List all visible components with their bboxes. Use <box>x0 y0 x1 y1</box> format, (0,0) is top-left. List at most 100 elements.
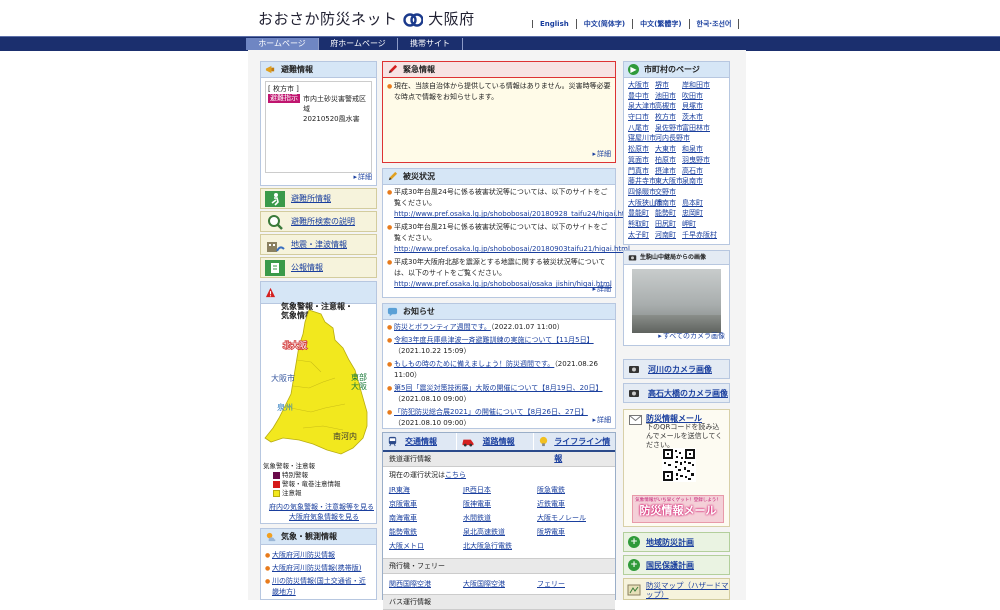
tab-traffic[interactable]: 交通情報 <box>383 433 456 450</box>
town-link[interactable]: 茨木市 <box>682 113 706 123</box>
mlit-river-info-link[interactable]: 川の防災情報(国土交通省・近畿地方) <box>272 577 366 596</box>
shelter-info-button[interactable]: 避難所情報 <box>260 188 377 209</box>
rail-link[interactable]: 泉北高速鉄道 <box>463 527 537 537</box>
damage-more-link[interactable]: 詳細 <box>592 284 611 294</box>
town-link[interactable]: 田尻町 <box>655 220 679 230</box>
hazard-map-button[interactable]: 防災マップ（ハザードマップ） <box>623 578 730 600</box>
town-link[interactable]: 河南町 <box>655 231 679 241</box>
lang-traditional-chinese[interactable]: 中文(繁體字) <box>632 19 688 29</box>
notice-link[interactable]: 「防犯防災総合展2021」の開催について【8月26日、27日】 <box>394 408 588 416</box>
rail-link[interactable]: 水間鉄道 <box>463 513 537 523</box>
town-link[interactable]: 交野市 <box>655 188 679 198</box>
town-link[interactable]: 東大阪市 <box>655 177 683 187</box>
town-link[interactable]: 枚方市 <box>655 113 679 123</box>
civil-protection-button[interactable]: + 国民保護計画 <box>623 555 730 575</box>
public-report-button[interactable]: 公報情報 <box>260 257 377 278</box>
tab-home[interactable]: ホームページ <box>246 38 319 50</box>
town-link[interactable]: 和泉市 <box>682 145 706 155</box>
town-link[interactable]: 千早赤阪村 <box>682 231 717 241</box>
town-link[interactable]: 泉南市 <box>682 177 706 187</box>
town-link[interactable]: 羽曳野市 <box>682 156 710 166</box>
town-link[interactable]: 柏原市 <box>655 156 679 166</box>
river-disaster-info-link[interactable]: 大阪府河川防災情報 <box>272 551 335 559</box>
town-link[interactable]: 門真市 <box>628 167 652 177</box>
regional-plan-button[interactable]: + 地域防災計画 <box>623 532 730 552</box>
town-link[interactable]: 大東市 <box>655 145 679 155</box>
town-link[interactable]: 忠岡町 <box>682 209 706 219</box>
town-link[interactable]: 富田林市 <box>682 124 710 134</box>
town-link[interactable]: 岸和田市 <box>682 81 710 91</box>
evacuation-text[interactable]: 市内土砂災害警戒区域 20210520風水害 <box>303 94 369 124</box>
rail-link[interactable]: 京阪電車 <box>389 499 463 509</box>
air-link[interactable]: 大阪国際空港 <box>463 579 537 589</box>
rail-link[interactable]: 北大阪急行電鉄 <box>463 541 537 551</box>
rail-status-link[interactable]: こちら <box>445 471 466 479</box>
tab-prefecture-home[interactable]: 府ホームページ <box>319 38 398 50</box>
town-link[interactable]: 藤井寺市 <box>628 177 656 187</box>
rail-link[interactable]: 阪堺電車 <box>537 527 611 537</box>
town-link[interactable]: 寝屋川市 <box>628 134 656 144</box>
tab-mobile-site[interactable]: 携帯サイト <box>398 38 463 50</box>
town-link[interactable]: 熊取町 <box>628 220 652 230</box>
town-link[interactable]: 貝塚市 <box>682 102 706 112</box>
town-link[interactable]: 吹田市 <box>682 92 706 102</box>
rail-link[interactable]: 阪神電車 <box>463 499 537 509</box>
air-link[interactable]: 関西国際空港 <box>389 579 463 589</box>
notice-link[interactable]: もしもの時のために備えましょう！防災週間です。 <box>394 360 554 368</box>
town-link[interactable]: 松原市 <box>628 145 652 155</box>
lang-simplified-chinese[interactable]: 中文(简体字) <box>575 19 632 29</box>
rail-link[interactable]: JR東海 <box>389 485 463 495</box>
emergency-more-link[interactable]: 詳細 <box>592 149 611 159</box>
town-link[interactable]: 箕面市 <box>628 156 652 166</box>
town-link[interactable]: 泉大津市 <box>628 102 656 112</box>
lang-english[interactable]: English <box>532 20 576 28</box>
town-link[interactable]: 岬町 <box>682 220 706 230</box>
air-link[interactable]: フェリー <box>537 579 611 589</box>
warnings-link-weather[interactable]: 大阪府気象情報を見る <box>289 513 359 521</box>
town-link[interactable]: 能勢町 <box>655 209 679 219</box>
rail-link[interactable]: 大阪メトロ <box>389 541 463 551</box>
rail-link[interactable]: JR西日本 <box>463 485 537 495</box>
town-link[interactable]: 八尾市 <box>628 124 652 134</box>
town-link[interactable]: 阪南市 <box>655 199 679 209</box>
town-link[interactable]: 四條畷市 <box>628 188 656 198</box>
damage-item-url[interactable]: http://www.pref.osaka.lg.jp/shobobosai/o… <box>394 280 612 288</box>
notice-link[interactable]: 令和3年度兵庫県津波一斉避難訓練の実施について【11月5日】 <box>394 336 594 344</box>
rail-link[interactable]: 阪急電鉄 <box>537 485 611 495</box>
town-link[interactable]: 守口市 <box>628 113 652 123</box>
mail-banner[interactable]: 気象情報がいち早くゲット！登録しよう！ 防災情報メール <box>632 495 724 523</box>
tab-lifeline[interactable]: ライフライン情報 <box>533 433 615 463</box>
warnings-link-prefecture[interactable]: 府内の気象警報・注意報等を見る <box>269 503 374 511</box>
town-link[interactable]: 大阪狭山市 <box>628 199 663 209</box>
camera-image[interactable] <box>632 269 721 333</box>
town-link[interactable]: 池田市 <box>655 92 679 102</box>
earthquake-tsunami-button[interactable]: 地震・津波情報 <box>260 234 377 255</box>
all-camera-link[interactable]: すべてのカメラ画像 <box>658 331 725 341</box>
town-link[interactable]: 島本町 <box>682 199 706 209</box>
town-link[interactable]: 豊能町 <box>628 209 652 219</box>
bridge-camera-button[interactable]: 高石大橋のカメラ画像 <box>623 383 730 403</box>
site-logo[interactable]: おおさか防災ネット 大阪府 <box>258 8 475 29</box>
shelter-search-help-button[interactable]: 避難所検索の説明 <box>260 211 377 232</box>
town-link[interactable]: 大阪市 <box>628 81 652 91</box>
rail-link[interactable]: 能勢電鉄 <box>389 527 463 537</box>
rail-link[interactable]: 近鉄電車 <box>537 499 611 509</box>
town-link[interactable]: 泉佐野市 <box>655 124 683 134</box>
rail-link[interactable]: 南海電車 <box>389 513 463 523</box>
river-camera-button[interactable]: 河川のカメラ画像 <box>623 359 730 379</box>
mail-title[interactable]: 防災情報メール <box>646 414 725 423</box>
rail-link[interactable]: 大阪モノレール <box>537 513 611 523</box>
town-link[interactable]: 摂津市 <box>655 167 679 177</box>
notice-link[interactable]: 第5回「震災対策技術展」大阪の開催について【8月19日、20日】 <box>394 384 603 392</box>
damage-item-url[interactable]: http://www.pref.osaka.lg.jp/shobobosai/2… <box>394 210 633 218</box>
town-link[interactable]: 河内長野市 <box>655 134 690 144</box>
town-link[interactable]: 太子町 <box>628 231 652 241</box>
notices-more-link[interactable]: 詳細 <box>592 415 611 425</box>
notice-link[interactable]: 防災とボランティア週間です。 <box>394 323 491 331</box>
river-disaster-mobile-link[interactable]: 大阪府河川防災情報(携帯版) <box>272 564 361 572</box>
lang-korean[interactable]: 한국·조선어 <box>688 19 740 29</box>
evacuation-more-link[interactable]: 詳細 <box>353 172 372 182</box>
tab-road[interactable]: 道路情報 <box>455 433 534 450</box>
town-link[interactable]: 豊中市 <box>628 92 652 102</box>
osaka-warning-map[interactable]: 北大阪 東部大阪 大阪市 泉州 南河内 <box>263 308 376 458</box>
